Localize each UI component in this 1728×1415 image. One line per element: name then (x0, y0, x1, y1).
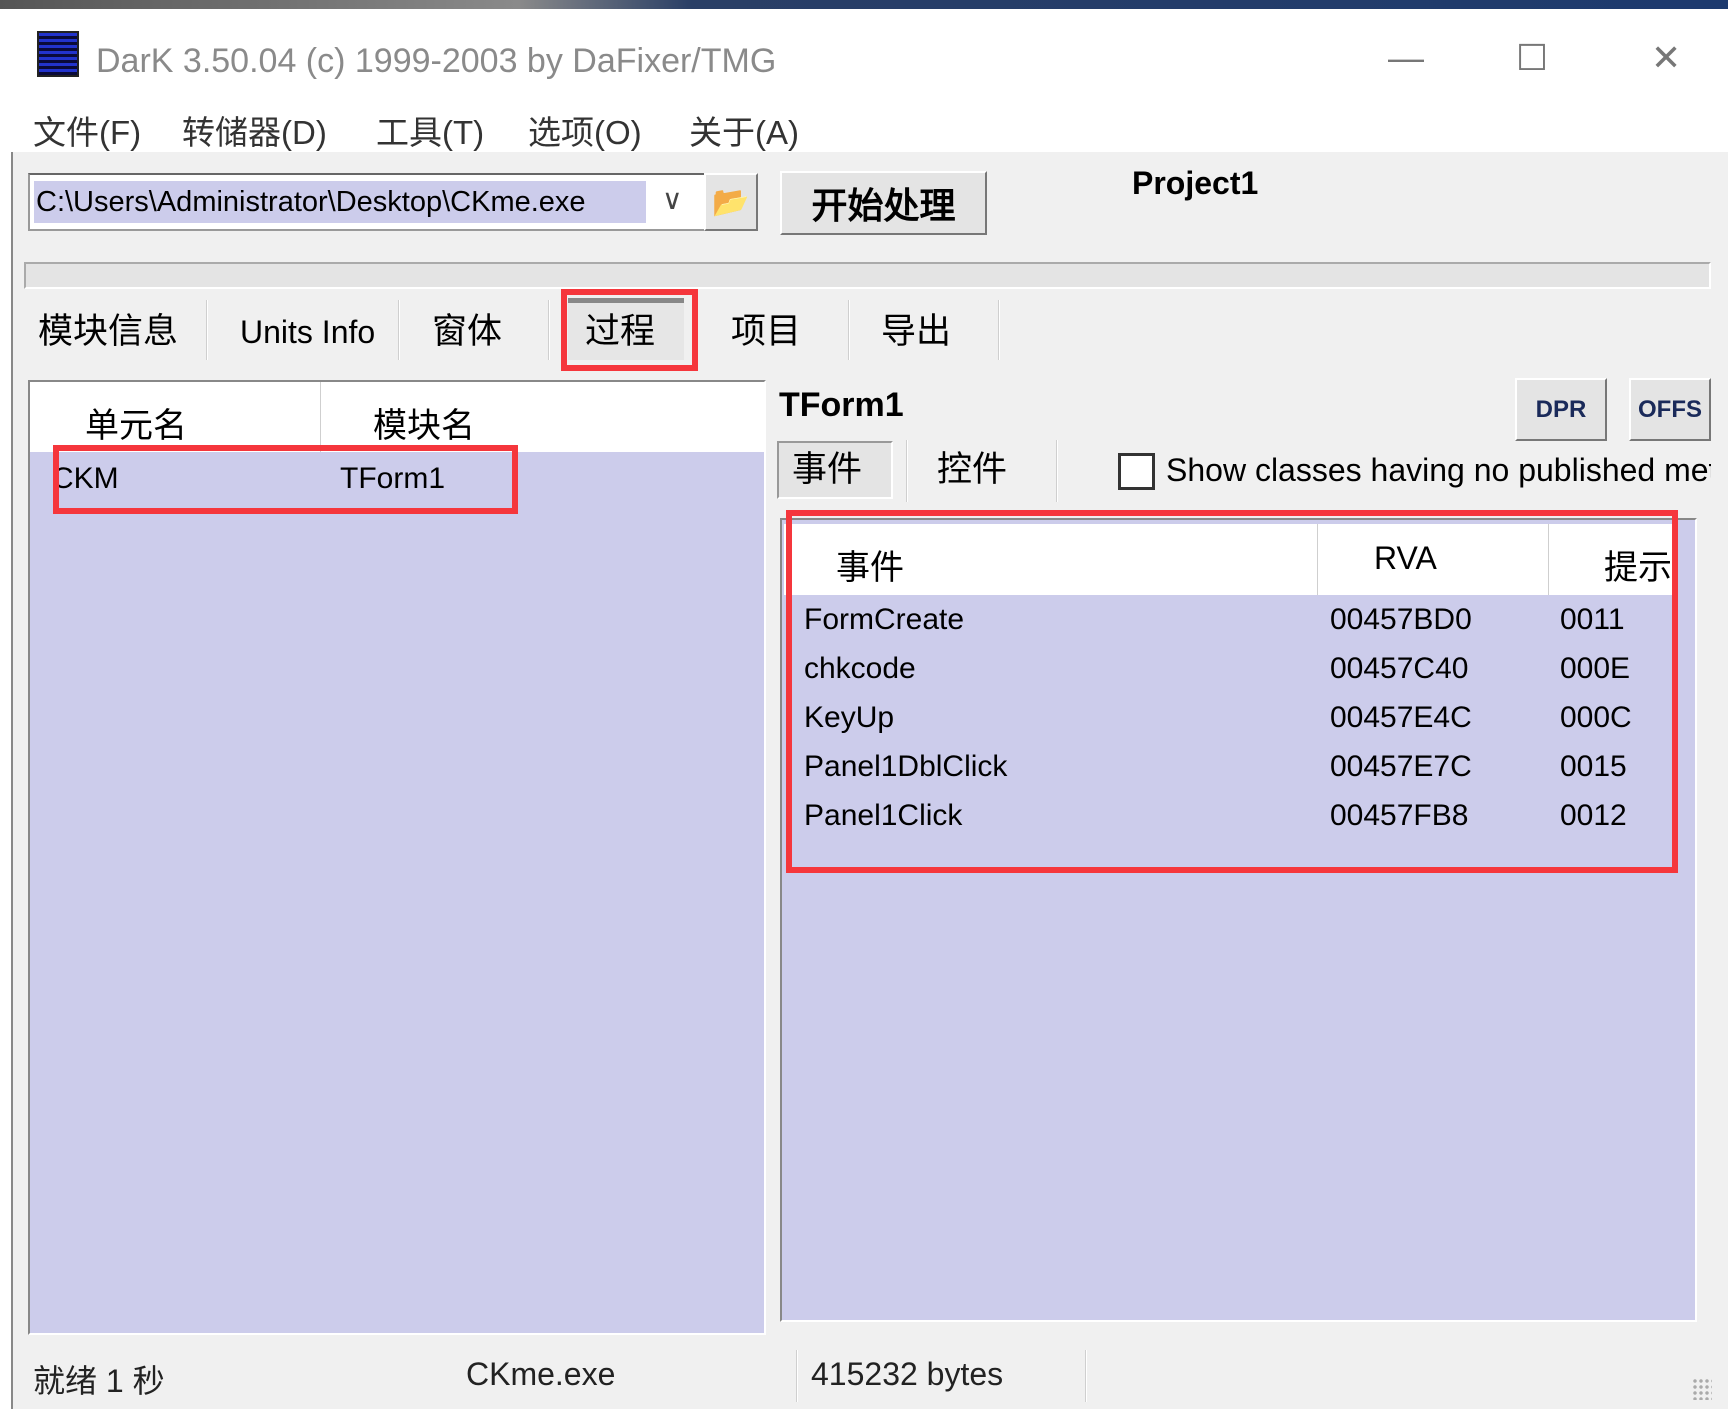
file-path-combo[interactable]: C:\Users\Administrator\Desktop\CKme.exe … (28, 173, 706, 231)
tab-module-info[interactable]: 模块信息 (38, 305, 178, 359)
background-strip (0, 0, 1728, 9)
status-size: 415232 bytes (811, 1356, 1004, 1392)
highlight-box (786, 510, 1678, 873)
minimize-button[interactable]: — (1388, 37, 1424, 79)
close-button[interactable]: ✕ (1651, 37, 1681, 79)
column-unit-name[interactable]: 单元名 (85, 398, 187, 447)
highlight-box (53, 445, 518, 514)
tab-divider (206, 300, 208, 360)
show-classes-label[interactable]: Show classes having no published meth (1166, 452, 1711, 489)
units-list[interactable]: 单元名 模块名 CKM TForm1 (28, 380, 766, 1335)
subtab-controls[interactable]: 控件 (937, 443, 1007, 497)
tab-exports[interactable]: 导出 (881, 305, 951, 359)
app-icon (37, 31, 79, 77)
tab-divider (1056, 440, 1058, 502)
status-state: 就绪 1 秒 (33, 1363, 165, 1399)
menu-file[interactable]: 文件(F) (33, 106, 141, 154)
title-bar: DarK 3.50.04 (c) 1999-2003 by DaFixer/TM… (11, 9, 1728, 109)
tab-divider (906, 440, 908, 502)
subtab-events[interactable]: 事件 (792, 443, 862, 497)
menu-dumper[interactable]: 转储器(D) (182, 106, 327, 154)
menu-options[interactable]: 选项(O) (528, 106, 642, 154)
offs-button[interactable]: OFFS (1629, 378, 1711, 441)
project-name: Project1 (1132, 165, 1259, 201)
tab-project[interactable]: 项目 (731, 305, 801, 359)
chevron-down-icon[interactable]: ∨ (662, 183, 683, 216)
tab-units-info[interactable]: Units Info (240, 305, 375, 359)
units-list-header: 单元名 模块名 (30, 382, 764, 452)
tab-divider (548, 300, 550, 360)
start-process-button[interactable]: 开始处理 (780, 171, 987, 235)
form-name: TForm1 (779, 386, 904, 424)
open-file-button[interactable]: 📂 (704, 173, 758, 231)
progress-bar (24, 262, 1711, 289)
file-path-value[interactable]: C:\Users\Administrator\Desktop\CKme.exe (34, 181, 646, 223)
resize-grip-icon[interactable] (1692, 1378, 1712, 1400)
tab-forms[interactable]: 窗体 (432, 305, 502, 359)
status-file: CKme.exe (466, 1356, 616, 1392)
status-divider (796, 1350, 798, 1402)
column-divider[interactable] (320, 382, 322, 452)
tab-divider (398, 300, 400, 360)
highlight-box (561, 289, 698, 371)
maximize-button[interactable]: ☐ (1516, 37, 1548, 79)
menu-about[interactable]: 关于(A) (689, 106, 799, 154)
tab-divider (848, 300, 850, 360)
menu-tools[interactable]: 工具(T) (376, 106, 484, 154)
dpr-button[interactable]: DPR (1515, 378, 1607, 441)
tab-divider (998, 300, 1000, 360)
status-divider (1085, 1350, 1087, 1402)
show-classes-checkbox[interactable] (1118, 453, 1155, 490)
window-title: DarK 3.50.04 (c) 1999-2003 by DaFixer/TM… (96, 42, 777, 80)
folder-open-icon: 📂 (712, 185, 750, 219)
column-module-name[interactable]: 模块名 (373, 398, 475, 447)
